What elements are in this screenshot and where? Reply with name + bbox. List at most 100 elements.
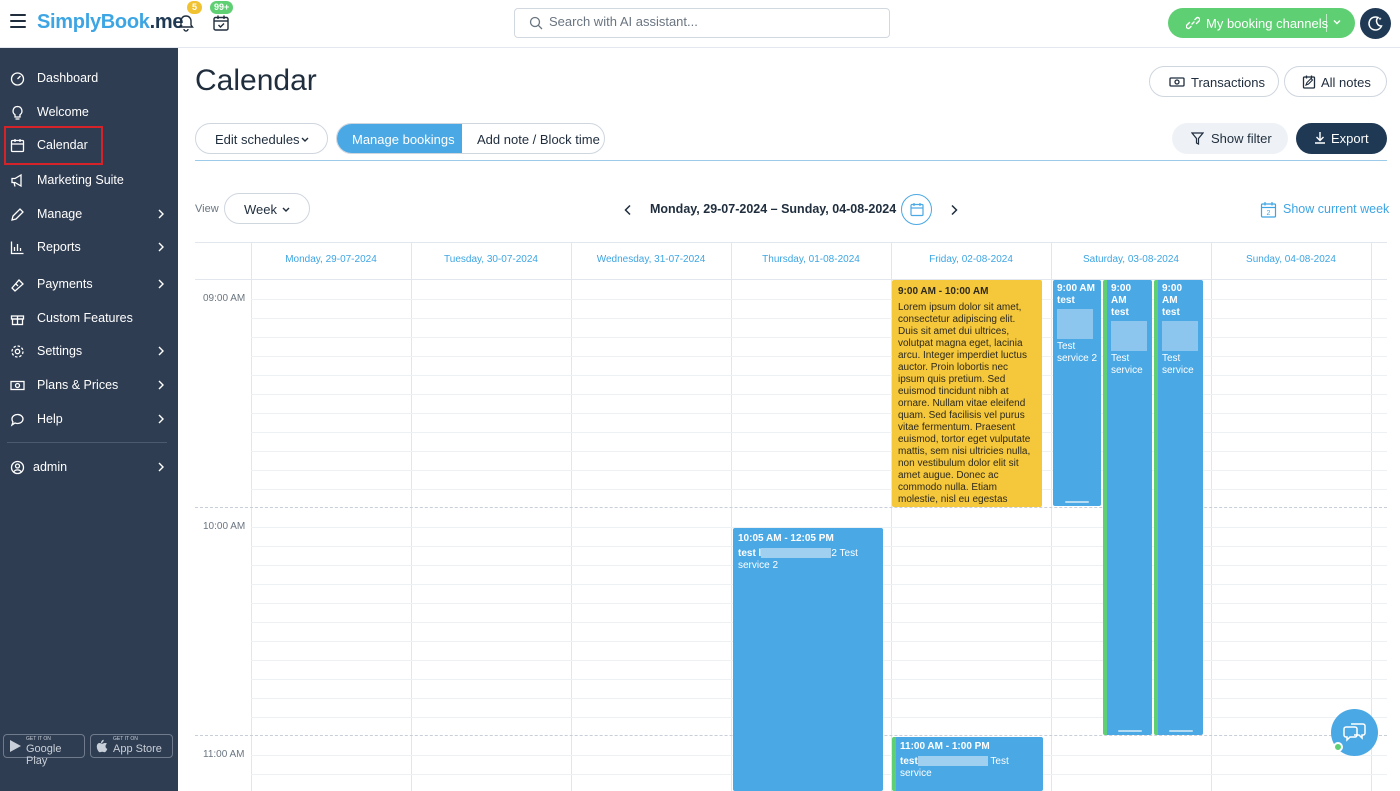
sidebar-item-dashboard[interactable]: Dashboard xyxy=(0,63,178,93)
dashboard-icon xyxy=(10,72,25,86)
transactions-button[interactable]: Transactions xyxy=(1149,66,1279,97)
redacted-text xyxy=(917,756,988,767)
search-box[interactable] xyxy=(514,8,890,38)
day-header-monday[interactable]: Monday, 29-07-2024 xyxy=(251,254,411,265)
divider xyxy=(1326,14,1327,32)
resize-handle[interactable] xyxy=(1117,730,1142,732)
column-divider xyxy=(411,242,412,791)
slot-line xyxy=(251,451,1387,452)
view-select[interactable]: Week xyxy=(224,193,310,224)
google-play-button[interactable]: GET IT ON Google Play xyxy=(3,734,85,767)
apple-icon xyxy=(96,739,108,753)
online-status-dot xyxy=(1333,742,1343,752)
redacted-text xyxy=(761,548,832,559)
slot-line xyxy=(251,489,1387,490)
booking-event[interactable]: 9:00 AM test Test service 2 xyxy=(1053,280,1101,506)
slot-line xyxy=(251,356,1387,357)
theme-toggle-button[interactable] xyxy=(1360,8,1391,39)
slot-line xyxy=(251,299,1387,300)
link-icon xyxy=(1186,16,1200,30)
slot-line xyxy=(251,375,1387,376)
slot-line xyxy=(251,432,1387,433)
app-store-button[interactable]: GET IT ON App Store xyxy=(90,734,173,758)
menu-icon[interactable] xyxy=(10,14,26,28)
chat-widget-button[interactable] xyxy=(1331,709,1378,756)
resize-handle[interactable] xyxy=(1065,501,1089,503)
redacted-text xyxy=(1111,321,1147,351)
slot-line xyxy=(251,337,1387,338)
all-notes-button[interactable]: All notes xyxy=(1284,66,1387,97)
redacted-text xyxy=(1162,321,1198,351)
week-calendar-grid: Monday, 29-07-2024 Tuesday, 30-07-2024 W… xyxy=(195,242,1387,791)
sidebar-item-reports[interactable]: Reports xyxy=(0,232,178,262)
toolbar-divider xyxy=(195,160,1387,161)
sidebar-item-welcome[interactable]: Welcome xyxy=(0,97,178,127)
bell-icon[interactable] xyxy=(177,14,195,32)
booking-channels-button[interactable]: My booking channels xyxy=(1168,8,1355,38)
megaphone-icon xyxy=(11,173,22,188)
user-icon xyxy=(10,460,25,475)
money-icon xyxy=(10,380,25,391)
chevron-right-icon xyxy=(158,414,164,424)
bookings-calendar-icon[interactable] xyxy=(212,14,230,32)
notes-icon xyxy=(1302,75,1316,89)
add-note-tab[interactable]: Add note / Block time xyxy=(462,124,604,153)
sidebar-item-calendar[interactable]: Calendar xyxy=(4,126,103,165)
booking-mode-toggle: Manage bookings Add note / Block time xyxy=(336,123,605,154)
notifications-badge: 5 xyxy=(187,1,202,14)
top-bar: SimplyBook.me 5 99+ My booking channels xyxy=(0,0,1400,48)
day-header-friday[interactable]: Friday, 02-08-2024 xyxy=(891,254,1051,265)
column-divider xyxy=(1211,242,1212,791)
pencil-icon xyxy=(11,208,24,221)
sidebar-item-help[interactable]: Help xyxy=(0,404,178,434)
day-header-tuesday[interactable]: Tuesday, 30-07-2024 xyxy=(411,254,571,265)
svg-text:2: 2 xyxy=(1267,210,1271,217)
next-week-chevron-icon[interactable] xyxy=(949,204,959,216)
sidebar-item-custom-features[interactable]: Custom Features xyxy=(0,303,178,333)
sidebar-item-settings[interactable]: Settings xyxy=(0,336,178,366)
day-header-saturday[interactable]: Saturday, 03-08-2024 xyxy=(1051,254,1211,265)
note-block[interactable]: 9:00 AM - 10:00 AM Lorem ipsum dolor sit… xyxy=(892,280,1042,507)
manage-bookings-tab[interactable]: Manage bookings xyxy=(337,124,462,153)
column-divider xyxy=(251,242,252,791)
sidebar-item-plans-prices[interactable]: Plans & Prices xyxy=(0,370,178,400)
gift-icon xyxy=(10,315,25,326)
sidebar-item-manage[interactable]: Manage xyxy=(0,199,178,229)
chevron-right-icon xyxy=(158,279,164,289)
sidebar-item-admin[interactable]: admin xyxy=(0,452,178,482)
column-divider xyxy=(571,242,572,791)
sidebar: Dashboard Welcome Calendar Marketing Sui… xyxy=(0,48,178,791)
chevron-right-icon xyxy=(158,209,164,219)
booking-channels-label: My booking channels xyxy=(1206,16,1329,31)
chevron-right-icon xyxy=(158,346,164,356)
export-button[interactable]: Export xyxy=(1296,123,1387,154)
lightbulb-icon xyxy=(12,105,23,120)
booking-event[interactable]: 9:00 AM test Test service xyxy=(1103,280,1152,735)
gear-icon xyxy=(11,345,24,358)
chevron-right-icon xyxy=(158,380,164,390)
time-label: 10:00 AM xyxy=(203,521,246,532)
booking-event[interactable]: 11:00 AM - 1:00 PM test Test service xyxy=(892,737,1043,791)
show-filter-button[interactable]: Show filter xyxy=(1172,123,1288,154)
resize-handle[interactable] xyxy=(1168,730,1193,732)
slot-line xyxy=(251,470,1387,471)
booking-event[interactable]: 9:00 AM test Test service xyxy=(1154,280,1203,735)
booking-event[interactable]: 10:05 AM - 12:05 PM test l2 Test service… xyxy=(733,528,883,791)
search-input[interactable] xyxy=(549,14,869,29)
column-divider xyxy=(1371,242,1372,791)
slot-line xyxy=(251,413,1387,414)
chevron-down-icon[interactable] xyxy=(1332,17,1342,27)
column-divider xyxy=(731,242,732,791)
prev-week-chevron-icon[interactable] xyxy=(623,204,633,216)
day-header-thursday[interactable]: Thursday, 01-08-2024 xyxy=(731,254,891,265)
logo[interactable]: SimplyBook.me xyxy=(37,11,183,34)
day-header-wednesday[interactable]: Wednesday, 31-07-2024 xyxy=(571,254,731,265)
sidebar-item-payments[interactable]: Payments xyxy=(0,269,178,299)
sidebar-item-marketing-suite[interactable]: Marketing Suite xyxy=(0,165,178,195)
date-picker-button[interactable] xyxy=(901,194,932,225)
page-title: Calendar xyxy=(195,64,317,97)
show-current-week-link[interactable]: 2 Show current week xyxy=(1260,201,1389,221)
day-header-row: Monday, 29-07-2024 Tuesday, 30-07-2024 W… xyxy=(195,242,1387,280)
day-header-sunday[interactable]: Sunday, 04-08-2024 xyxy=(1211,254,1371,265)
edit-schedules-dropdown[interactable]: Edit schedules xyxy=(195,123,328,154)
